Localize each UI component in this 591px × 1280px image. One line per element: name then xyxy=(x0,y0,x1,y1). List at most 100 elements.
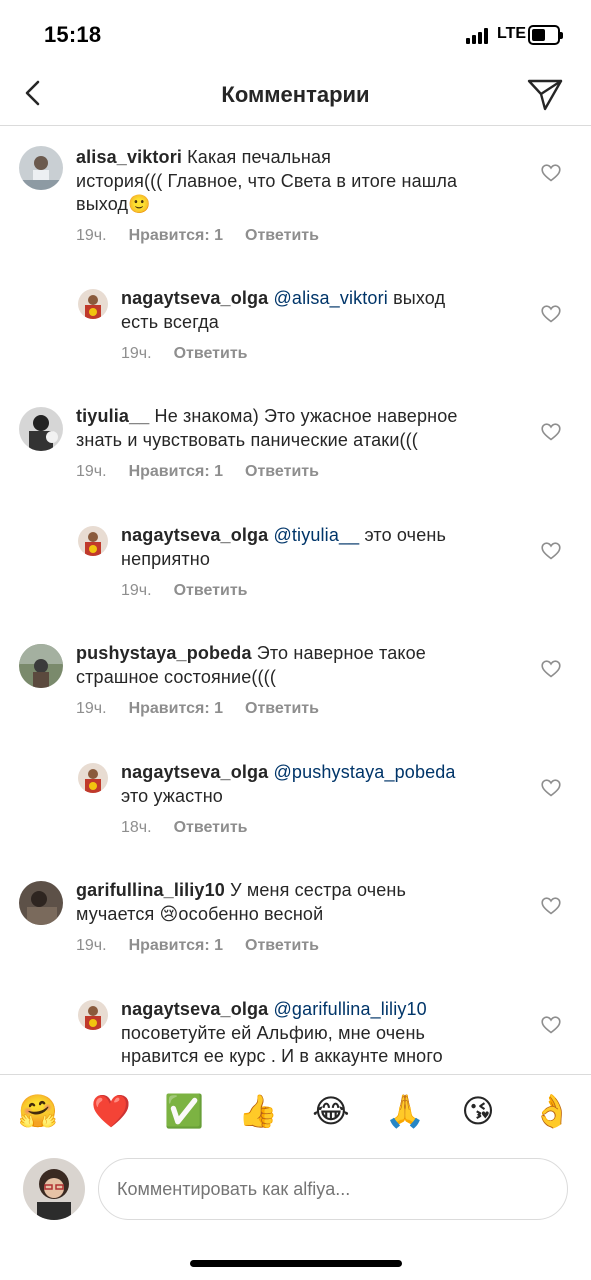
comment-text-line: неприятно xyxy=(121,548,211,569)
like-button[interactable] xyxy=(541,660,561,678)
comment-reply: nagaytseva_olga @tiyulia__ это очень неп… xyxy=(0,504,591,614)
reply-button[interactable]: Ответить xyxy=(174,345,248,362)
avatar[interactable] xyxy=(19,407,63,451)
comment-text-line: мучается 😢особенно весной xyxy=(76,903,324,924)
reply-button[interactable]: Ответить xyxy=(174,582,248,599)
comment-username[interactable]: nagaytseva_olga xyxy=(121,525,268,545)
avatar[interactable] xyxy=(78,289,108,319)
comment-reply: nagaytseva_olga @alisa_viktori выход ест… xyxy=(0,267,591,377)
battery-icon xyxy=(528,25,563,45)
comment-item: pushystaya_pobeda Это наверное такое стр… xyxy=(0,622,591,732)
comment-text: выход xyxy=(393,288,446,308)
comment-username[interactable]: nagaytseva_olga xyxy=(121,999,268,1019)
comment-text-line: знать и чувствовать панические атаки((( xyxy=(76,429,418,450)
heart-icon xyxy=(541,542,561,560)
comment-mention[interactable]: @alisa_viktori xyxy=(273,288,387,308)
heart-icon xyxy=(541,1016,561,1034)
share-button[interactable] xyxy=(526,76,564,112)
like-button[interactable] xyxy=(541,897,561,915)
comment-mention[interactable]: @tiyulia__ xyxy=(273,525,359,545)
emoji-check-button[interactable]: ✅ xyxy=(162,1091,206,1131)
page-title: Комментарии xyxy=(221,82,370,107)
likes-count[interactable]: Нравится: 1 xyxy=(129,463,223,480)
emoji-ok-button[interactable]: 👌 xyxy=(530,1091,574,1131)
emoji-thumbs-up-button[interactable]: 👍 xyxy=(236,1091,280,1131)
likes-count[interactable]: Нравится: 1 xyxy=(129,700,223,717)
heart-icon xyxy=(541,305,561,323)
likes-count[interactable]: Нравится: 1 xyxy=(129,937,223,954)
heart-icon xyxy=(541,164,561,182)
like-button[interactable] xyxy=(541,542,561,560)
emoji-kiss-button[interactable]: 😘 xyxy=(456,1091,500,1131)
comment-text: Не знакома) Это ужасное наверное xyxy=(154,406,458,426)
heart-icon xyxy=(541,660,561,678)
comment-time: 19ч. xyxy=(121,345,152,362)
comment-username[interactable]: garifullina_liliy10 xyxy=(76,880,225,900)
reply-button[interactable]: Ответить xyxy=(245,700,319,717)
comment-mention[interactable]: @pushystaya_pobeda xyxy=(273,762,455,782)
signal-icon xyxy=(466,28,492,44)
heart-icon xyxy=(541,897,561,915)
comment-text-line: страшное состояние(((( xyxy=(76,666,276,687)
reply-button[interactable]: Ответить xyxy=(245,937,319,954)
emoji-heart-button[interactable]: ❤️ xyxy=(89,1091,133,1131)
comment-username[interactable]: alisa_viktori xyxy=(76,147,182,167)
comment-time: 19ч. xyxy=(76,700,107,717)
like-button[interactable] xyxy=(541,164,561,182)
comment-text: У меня сестра очень xyxy=(230,880,407,900)
my-avatar xyxy=(23,1158,85,1220)
comment-text: Какая печальная xyxy=(187,147,332,167)
emoji-laughing-button[interactable]: 😂 xyxy=(309,1091,353,1131)
like-button[interactable] xyxy=(541,1016,561,1034)
comment-text-line: посоветуйте ей Альфию, мне очень xyxy=(121,1022,426,1043)
comment-text: это очень xyxy=(364,525,446,545)
comment-text-line: нравится ее курс . И в аккаунте много xyxy=(121,1046,443,1066)
emoji-pray-button[interactable]: 🙏 xyxy=(383,1091,427,1131)
paper-plane-icon xyxy=(527,79,563,111)
like-button[interactable] xyxy=(541,779,561,797)
comment-username[interactable]: nagaytseva_olga xyxy=(121,762,268,782)
like-button[interactable] xyxy=(541,423,561,441)
heart-icon xyxy=(541,779,561,797)
comment-reply: nagaytseva_olga @garifullina_liliy10 пос… xyxy=(0,978,591,1074)
avatar[interactable] xyxy=(19,881,63,925)
like-button[interactable] xyxy=(541,305,561,323)
comment-time: 19ч. xyxy=(76,937,107,954)
comment-time: 19ч. xyxy=(76,463,107,480)
comment-composer xyxy=(0,1150,591,1230)
comment-item: alisa_viktori Какая печальная история(((… xyxy=(0,127,591,257)
status-bar: 15:18 LTE xyxy=(0,0,591,62)
reply-button[interactable]: Ответить xyxy=(245,227,319,244)
likes-count[interactable]: Нравится: 1 xyxy=(129,227,223,244)
comment-text-line: история((( Главное, что Света в итоге на… xyxy=(76,170,458,191)
reply-button[interactable]: Ответить xyxy=(174,819,248,836)
avatar[interactable] xyxy=(78,1000,108,1030)
nav-bar: Комментарии xyxy=(0,62,591,126)
comment-item: tiyulia__ Не знакома) Это ужасное наверн… xyxy=(0,385,591,495)
comment-username[interactable]: nagaytseva_olga xyxy=(121,288,268,308)
avatar[interactable] xyxy=(78,763,108,793)
comment-time: 18ч. xyxy=(121,819,152,836)
network-label: LTE xyxy=(497,25,527,42)
reply-button[interactable]: Ответить xyxy=(245,463,319,480)
avatar[interactable] xyxy=(19,146,63,190)
comment-text-line: выход🙂 xyxy=(76,194,151,214)
comment-text: Это наверное такое xyxy=(256,643,426,663)
emoji-bar: 🤗 ❤️ ✅ 👍 😂 🙏 😘 👌 xyxy=(0,1074,591,1150)
comment-time: 19ч. xyxy=(121,582,152,599)
comment-text-line: это ужастно xyxy=(121,785,223,806)
avatar[interactable] xyxy=(78,526,108,556)
avatar[interactable] xyxy=(19,644,63,688)
heart-icon xyxy=(541,423,561,441)
comments-list: alisa_viktori Какая печальная история(((… xyxy=(0,127,591,1074)
comment-text-line: есть всегда xyxy=(121,311,219,332)
comment-username[interactable]: pushystaya_pobeda xyxy=(76,643,252,663)
comment-mention[interactable]: @garifullina_liliy10 xyxy=(273,999,426,1019)
status-time: 15:18 xyxy=(44,22,102,47)
comment-input[interactable] xyxy=(98,1158,568,1220)
emoji-hugging-button[interactable]: 🤗 xyxy=(16,1091,60,1131)
comment-time: 19ч. xyxy=(76,227,107,244)
home-indicator[interactable] xyxy=(190,1260,402,1267)
comment-username[interactable]: tiyulia__ xyxy=(76,406,149,426)
comment-reply: nagaytseva_olga @pushystaya_pobeda это у… xyxy=(0,741,591,851)
